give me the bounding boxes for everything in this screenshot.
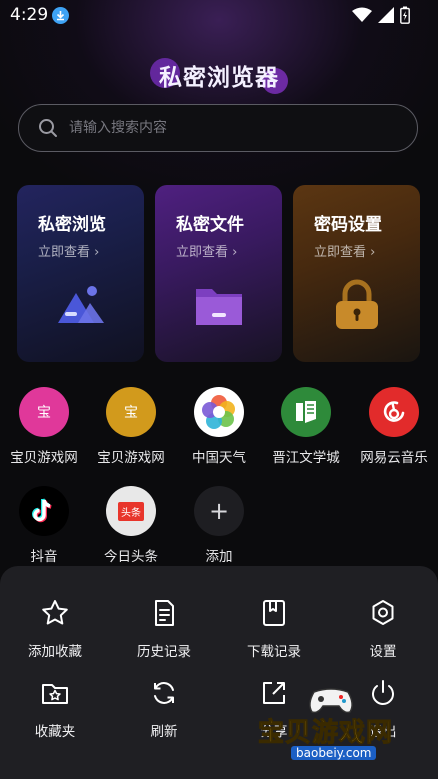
- signal-icon: [378, 7, 394, 23]
- watermark: 宝贝游戏网 baobeiy.com: [257, 684, 408, 779]
- baobei-icon: 宝: [106, 387, 156, 437]
- card-title: 私密文件: [176, 215, 244, 235]
- menu-downloads[interactable]: 下载记录: [219, 598, 329, 660]
- weather-icon: [194, 387, 244, 437]
- mountain-icon: [58, 286, 104, 323]
- watermark-url: baobeiy.com: [291, 746, 377, 760]
- toutiao-icon: 头条: [106, 486, 156, 536]
- status-time: 4:29: [10, 5, 49, 25]
- menu-label: 添加收藏: [28, 644, 82, 660]
- menu-settings[interactable]: 设置: [328, 598, 438, 660]
- menu-refresh[interactable]: 刷新: [109, 678, 219, 740]
- star-icon: [42, 600, 68, 625]
- status-bar: 4:29: [0, 0, 438, 32]
- menu-history[interactable]: 历史记录: [109, 598, 219, 660]
- shortcut-add[interactable]: + 添加: [175, 486, 263, 565]
- shortcut-douyin[interactable]: 抖音: [0, 486, 88, 565]
- card-title: 私密浏览: [38, 215, 106, 235]
- shortcut-label: 今日头条: [104, 549, 158, 565]
- menu-favorites[interactable]: 收藏夹: [0, 678, 110, 740]
- refresh-icon: [154, 682, 174, 704]
- card-password-settings[interactable]: 密码设置 立即查看 ›: [293, 185, 420, 362]
- shortcut-toutiao[interactable]: 头条 今日头条: [87, 486, 175, 565]
- history-doc-icon: [155, 600, 174, 626]
- shortcut-label: 晋江文学城: [272, 450, 340, 466]
- favorites-folder-icon: [42, 684, 68, 704]
- jinjiang-icon: [281, 387, 331, 437]
- shortcut-label: 抖音: [30, 549, 58, 565]
- shortcut-baobei-2[interactable]: 宝 宝贝游戏网: [87, 387, 175, 466]
- menu-add-bookmark[interactable]: 添加收藏: [0, 598, 110, 660]
- card-link[interactable]: 立即查看 ›: [38, 241, 99, 260]
- shortcut-label: 网易云音乐: [360, 450, 428, 466]
- gear-icon: [372, 600, 394, 625]
- search-input[interactable]: [67, 119, 371, 137]
- shortcut-label: 添加: [205, 549, 233, 565]
- shortcut-china-weather[interactable]: 中国天气: [175, 387, 263, 466]
- baobei-icon: 宝: [19, 387, 69, 437]
- wifi-icon: [352, 7, 372, 22]
- card-link[interactable]: 立即查看 ›: [314, 241, 375, 260]
- plus-icon: +: [194, 486, 244, 536]
- menu-label: 刷新: [150, 724, 178, 740]
- watermark-text: 宝贝游戏网: [257, 718, 394, 749]
- netease-music-icon: [369, 387, 419, 437]
- shortcut-label: 宝贝游戏网: [97, 450, 165, 466]
- menu-label: 设置: [369, 644, 397, 660]
- folder-icon: [196, 289, 242, 325]
- shortcut-label: 中国天气: [192, 450, 246, 466]
- card-private-files[interactable]: 私密文件 立即查看 ›: [155, 185, 282, 362]
- card-private-browsing[interactable]: 私密浏览 立即查看 ›: [17, 185, 144, 362]
- menu-label: 历史记录: [137, 644, 191, 660]
- menu-label: 收藏夹: [34, 724, 76, 740]
- douyin-icon: [19, 486, 69, 536]
- download-notification-icon: [52, 7, 69, 24]
- battery-icon: [400, 6, 410, 24]
- card-title: 密码设置: [314, 215, 382, 235]
- app-title: 私密浏览器: [159, 65, 279, 91]
- lock-icon: [336, 279, 378, 329]
- card-link[interactable]: 立即查看 ›: [176, 241, 237, 260]
- menu-label: 下载记录: [247, 644, 301, 660]
- title-header: 私密浏览器: [0, 58, 438, 98]
- shortcut-baobei-1[interactable]: 宝 宝贝游戏网: [0, 387, 88, 466]
- search-bar[interactable]: [18, 104, 418, 152]
- shortcut-label: 宝贝游戏网: [10, 450, 78, 466]
- shortcut-jinjiang[interactable]: 晋江文学城: [262, 387, 350, 466]
- search-icon: [39, 119, 57, 137]
- shortcut-netease-music[interactable]: 网易云音乐: [350, 387, 438, 466]
- bookmark-doc-icon: [263, 600, 285, 626]
